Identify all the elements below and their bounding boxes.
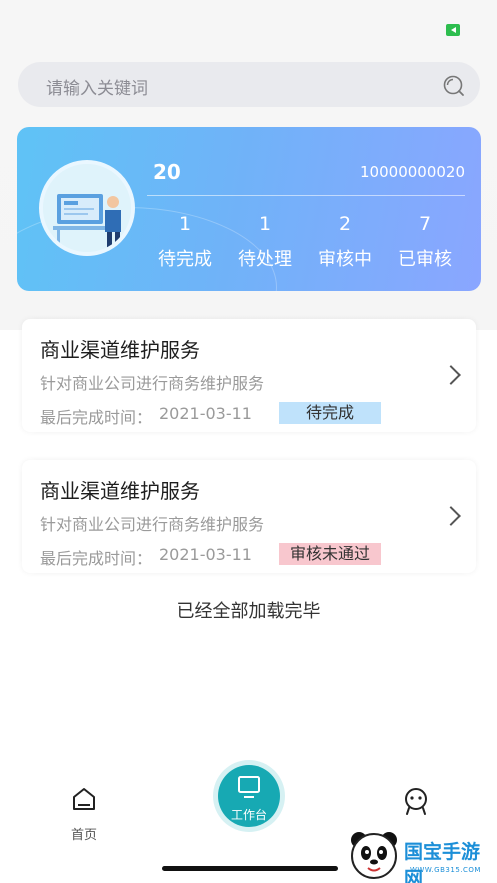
stat-pending[interactable]: 1 待完成 — [145, 213, 225, 271]
search-icon[interactable] — [442, 73, 466, 97]
user-name: 20 — [153, 160, 181, 184]
task-card[interactable]: 商业渠道维护服务 针对商业公司进行商务维护服务 最后完成时间： 2021-03-… — [22, 319, 476, 432]
tab-label: 工作台 — [230, 808, 267, 822]
profile-card: 20 10000000020 1 待完成 1 待处理 2 审核中 7 已审核 — [17, 127, 481, 291]
task-time: 2021-03-11 — [159, 404, 252, 423]
task-card[interactable]: 商业渠道维护服务 针对商业公司进行商务维护服务 最后完成时间： 2021-03-… — [22, 460, 476, 573]
task-title: 商业渠道维护服务 — [40, 479, 200, 503]
workbench-button[interactable]: 工作台 — [218, 765, 280, 827]
monitor-icon — [238, 776, 260, 798]
task-title: 商业渠道维护服务 — [40, 338, 200, 362]
user-id: 10000000020 — [360, 163, 465, 181]
stat-label: 待完成 — [158, 249, 212, 270]
task-description: 针对商业公司进行商务维护服务 — [40, 515, 265, 534]
stat-label: 已审核 — [398, 249, 452, 270]
status-badge: 审核未通过 — [279, 543, 381, 565]
tab-label: 首页 — [70, 828, 97, 843]
watermark-url: WWW.GB315.COM — [410, 866, 481, 874]
search-bar[interactable]: 请输入关键词 — [18, 62, 480, 107]
divider — [147, 195, 465, 196]
avatar-illustration-icon — [43, 164, 131, 252]
task-time-label: 最后完成时间： — [40, 408, 153, 427]
task-time-label: 最后完成时间： — [40, 549, 153, 568]
tab-profile-robot-icon[interactable] — [401, 786, 431, 816]
stat-to-process[interactable]: 1 待处理 — [225, 213, 305, 271]
stat-reviewed[interactable]: 7 已审核 — [385, 213, 465, 271]
stat-under-review[interactable]: 2 审核中 — [305, 213, 385, 271]
stat-value: 7 — [418, 213, 432, 235]
panda-logo-icon — [351, 832, 397, 879]
task-time: 2021-03-11 — [159, 545, 252, 564]
home-indicator — [162, 866, 338, 871]
stat-value: 1 — [258, 213, 272, 235]
chevron-right-icon[interactable] — [441, 365, 461, 385]
home-icon — [73, 788, 95, 810]
avatar[interactable] — [39, 160, 135, 256]
stat-label: 待处理 — [238, 249, 292, 270]
status-badge: 待完成 — [279, 402, 381, 424]
task-stats: 1 待完成 1 待处理 2 审核中 7 已审核 — [145, 213, 465, 271]
tab-workbench[interactable]: 工作台 — [213, 760, 285, 832]
watermark-text: 国宝手游网 — [404, 841, 481, 883]
chevron-right-icon[interactable] — [441, 506, 461, 526]
tab-home[interactable]: 首页 — [60, 786, 108, 843]
task-description: 针对商业公司进行商务维护服务 — [40, 374, 265, 393]
search-input[interactable]: 请输入关键词 — [46, 74, 148, 99]
watermark: 国宝手游网 WWW.GB315.COM — [340, 824, 497, 883]
stat-label: 审核中 — [318, 249, 372, 270]
stat-value: 1 — [178, 213, 192, 235]
stat-value: 2 — [338, 213, 352, 235]
battery-icon — [446, 24, 460, 36]
list-end-message: 已经全部加载完毕 — [176, 601, 321, 622]
